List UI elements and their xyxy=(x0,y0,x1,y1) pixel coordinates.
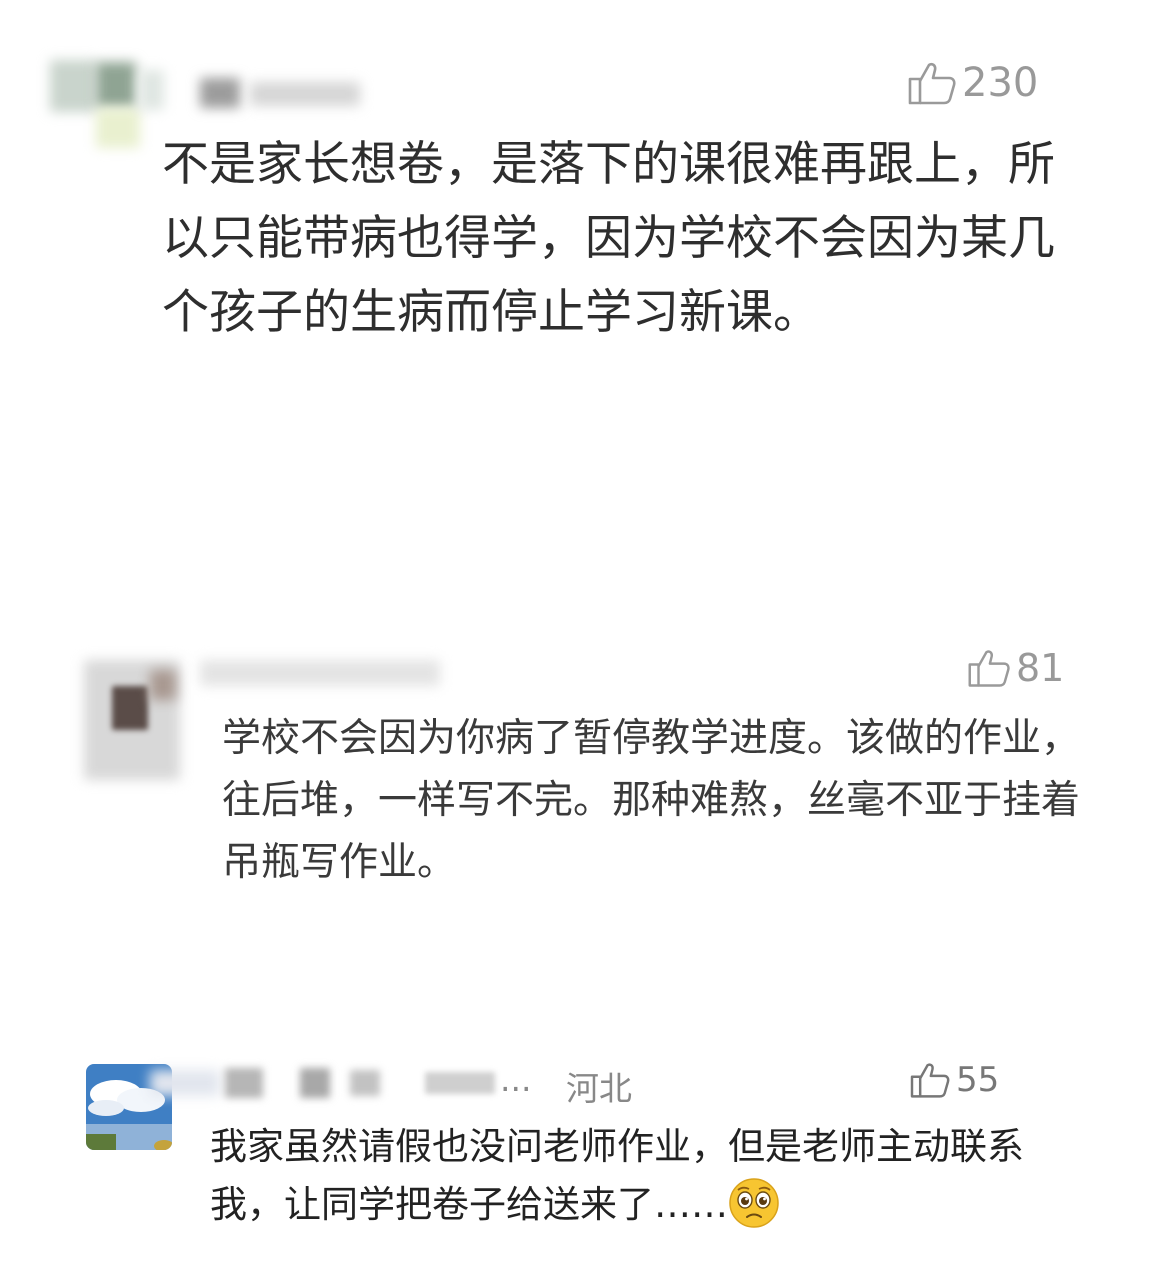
comment-item: 81 学校不会因为你病了暂停教学进度。该做的作业，往后堆，一样写不完。那种难熬，… xyxy=(0,630,1176,930)
thumbs-up-icon xyxy=(908,61,956,105)
thumbs-up-icon xyxy=(968,648,1010,688)
comment-text-block: 我家虽然请假也没问老师作业，但是老师主动联系我，让同学把卷子给送来了…… xyxy=(210,1118,1050,1234)
comment-text: 学校不会因为你病了暂停教学进度。该做的作业，往后堆，一样写不完。那种难熬，丝毫不… xyxy=(222,716,1081,885)
pleading-face-icon xyxy=(728,1177,780,1229)
location-label: 河北 xyxy=(566,1069,632,1108)
like-button[interactable]: 55 xyxy=(910,1060,999,1100)
like-button[interactable]: 81 xyxy=(968,646,1064,690)
comment-text: 我家虽然请假也没问老师作业，但是老师主动联系我，让同学把卷子给送来了…… xyxy=(210,1125,1024,1226)
comment-item: ... 河北 55 我家虽然请假也没问老师作业，但是老师主动联系我，让同学把卷子… xyxy=(0,1050,1176,1274)
comment-item: 230 不是家长想卷，是落下的课很难再跟上，所以只能带病也得学，因为学校不会因为… xyxy=(0,0,1176,470)
like-count: 230 xyxy=(962,60,1039,106)
like-count: 55 xyxy=(956,1060,1000,1100)
username-truncation: ... xyxy=(500,1060,532,1099)
comment-text: 不是家长想卷，是落下的课很难再跟上，所以只能带病也得学，因为学校不会因为某几个孩… xyxy=(162,137,1055,340)
like-button[interactable]: 230 xyxy=(908,60,1038,106)
thumbs-up-icon xyxy=(910,1062,950,1098)
like-count: 81 xyxy=(1016,646,1065,690)
